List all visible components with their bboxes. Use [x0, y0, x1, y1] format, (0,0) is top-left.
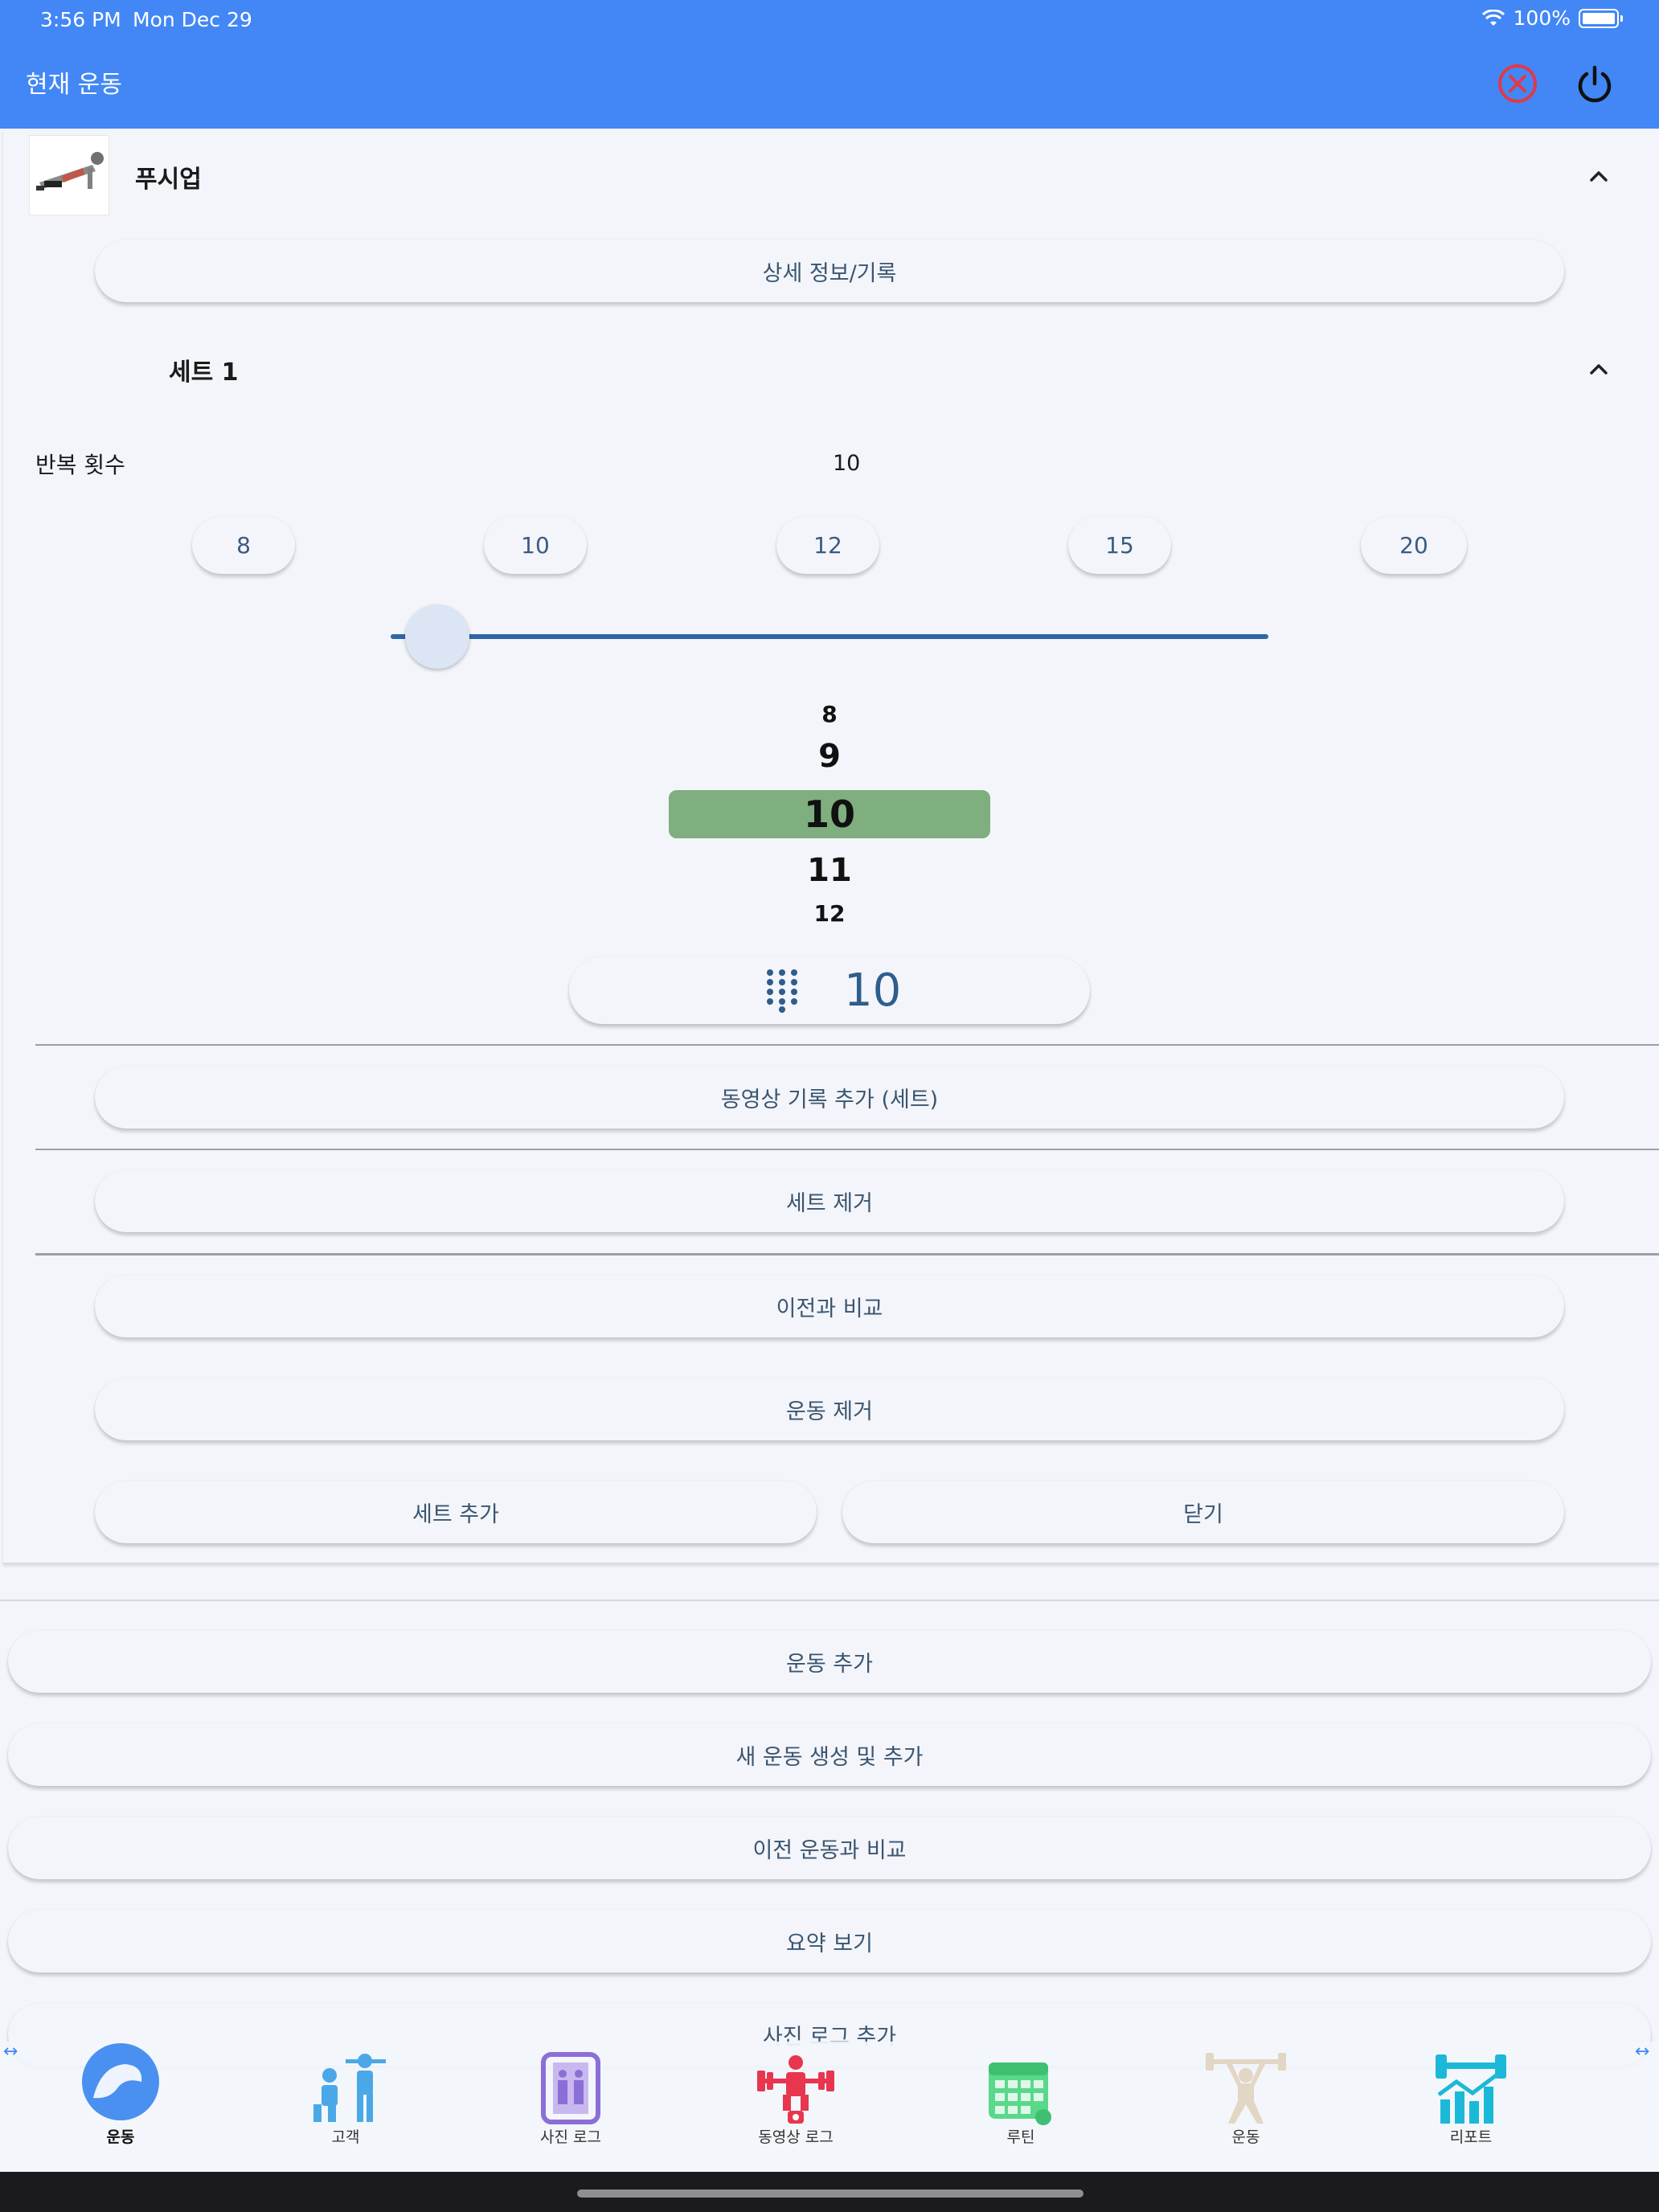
create-exercise-button[interactable]: 새 운동 생성 및 추가 — [8, 1723, 1651, 1786]
quick-rep-button[interactable]: 20 — [1361, 516, 1467, 574]
chevron-up-icon[interactable] — [1585, 162, 1612, 190]
quick-rep-button[interactable]: 8 — [192, 516, 295, 574]
barbell-person-icon[interactable] — [1206, 2051, 1286, 2125]
photo-mirror-icon[interactable] — [540, 2051, 601, 2125]
divider — [35, 1253, 1659, 1256]
status-date: Mon Dec 29 — [133, 8, 252, 31]
picker-item[interactable]: 8 — [669, 701, 990, 727]
calendar-icon[interactable] — [985, 2054, 1055, 2127]
exercise-card — [3, 130, 1659, 1564]
numeric-input-button[interactable] — [569, 956, 1090, 1024]
weightlifter-video-icon[interactable] — [757, 2051, 834, 2125]
battery-percent: 100% — [1513, 6, 1571, 30]
divider — [35, 1044, 1659, 1046]
divider — [0, 1600, 1659, 1601]
nav-label-report[interactable]: 리포트 — [1407, 2125, 1535, 2147]
pushup-figure-icon — [36, 152, 104, 190]
exercise-name: 푸시업 — [135, 166, 202, 194]
divider — [35, 1149, 1659, 1150]
flexed-bicep-icon[interactable] — [77, 2042, 164, 2122]
reps-value: 10 — [833, 451, 861, 476]
nav-label-routine[interactable]: 루틴 — [956, 2125, 1085, 2147]
add-set-button[interactable]: 세트 추가 — [95, 1481, 817, 1543]
quick-rep-button[interactable]: 12 — [776, 516, 879, 574]
nav-label-exercise[interactable]: 운동 — [1182, 2125, 1310, 2147]
view-summary-button[interactable]: 요약 보기 — [8, 1910, 1651, 1972]
add-exercise-button[interactable]: 운동 추가 — [8, 1630, 1651, 1693]
quick-rep-button[interactable]: 10 — [484, 516, 587, 574]
cancel-workout-icon[interactable] — [1497, 63, 1538, 104]
nav-label-photo-log[interactable]: 사진 로그 — [506, 2125, 635, 2147]
nav-label-video-log[interactable]: 동영상 로그 — [731, 2125, 860, 2147]
dumbbell-chart-icon[interactable] — [1432, 2051, 1509, 2125]
remove-set-button[interactable]: 세트 제거 — [95, 1169, 1564, 1232]
picker-item-selected[interactable]: 10 — [669, 793, 990, 836]
wifi-icon — [1481, 9, 1505, 26]
home-indicator[interactable] — [577, 2189, 1083, 2198]
battery-icon — [1579, 8, 1623, 28]
chevron-up-icon[interactable] — [1585, 355, 1612, 383]
nav-label-workout[interactable]: 운동 — [56, 2125, 185, 2147]
add-video-record-button[interactable]: 동영상 기록 추가 (세트) — [95, 1066, 1564, 1129]
trainer-client-icon[interactable] — [305, 2051, 386, 2124]
compare-previous-set-button[interactable]: 이전과 비교 — [95, 1275, 1564, 1337]
reps-slider-track[interactable] — [391, 634, 1268, 639]
status-time: 3:56 PM — [40, 8, 121, 31]
page-title: 현재 운동 — [26, 71, 122, 99]
set-title: 세트 1 — [169, 358, 239, 387]
keypad-icon — [767, 969, 797, 1013]
reps-label: 반복 횟수 — [35, 452, 125, 478]
exercise-thumbnail — [29, 135, 109, 215]
close-button[interactable]: 닫기 — [842, 1481, 1564, 1543]
remove-exercise-button[interactable]: 운동 제거 — [95, 1378, 1564, 1440]
scroll-right-icon[interactable]: ↔ — [1635, 2042, 1649, 2062]
detail-history-button[interactable]: 상세 정보/기록 — [95, 240, 1564, 302]
power-icon[interactable] — [1574, 63, 1616, 104]
reps-slider-thumb[interactable] — [405, 604, 469, 669]
quick-rep-button[interactable]: 15 — [1068, 516, 1171, 574]
picker-item[interactable]: 12 — [669, 900, 990, 926]
compare-previous-workout-button[interactable]: 이전 운동과 비교 — [8, 1817, 1651, 1879]
picker-item[interactable]: 9 — [669, 738, 990, 775]
status-indicators: 100% — [1481, 6, 1623, 30]
numeric-input-value: 10 — [844, 965, 902, 1017]
scroll-left-icon[interactable]: ↔ — [3, 2042, 18, 2062]
picker-item[interactable]: 11 — [669, 852, 990, 889]
nav-label-clients[interactable]: 고객 — [281, 2125, 410, 2147]
